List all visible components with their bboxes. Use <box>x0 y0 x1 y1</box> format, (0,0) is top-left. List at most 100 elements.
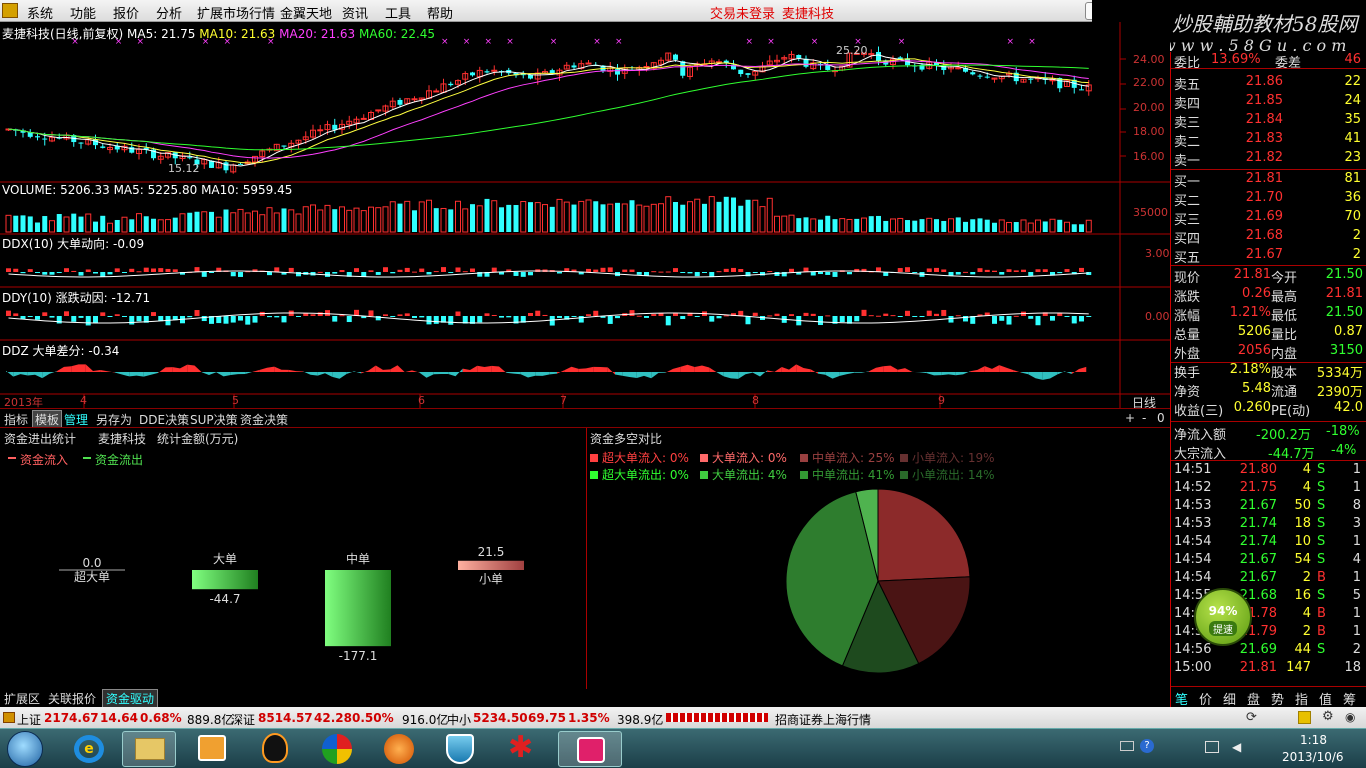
ddy-bar <box>752 312 758 316</box>
fund-bar-label: 小单 <box>479 572 503 586</box>
ddz-area <box>35 372 43 379</box>
app-star-icon[interactable]: ✱ <box>508 733 533 763</box>
tab-dde[interactable]: DDE决策 <box>139 411 189 428</box>
stock-app-icon[interactable] <box>558 731 622 767</box>
ddx-bar <box>557 272 562 274</box>
sz-index[interactable]: 8514.57 <box>258 711 313 725</box>
kline-low-label: 15.12 <box>168 162 200 175</box>
volume-bar <box>426 199 432 233</box>
tick-volume: 18 <box>1294 516 1311 531</box>
buy-volume: 36 <box>1344 190 1361 205</box>
menu-jinyi[interactable]: 金翼天地 <box>280 3 332 22</box>
volume-bar <box>984 219 990 232</box>
ddx-bar <box>709 272 715 277</box>
volume-ma10: MA10: 5959.45 <box>201 183 293 197</box>
ddy-bar <box>114 314 120 316</box>
tab-fund-decision[interactable]: 资金决策 <box>240 411 288 428</box>
tray-help-icon[interactable]: ? <box>1140 739 1154 753</box>
ddx-bar <box>419 268 425 272</box>
tick-volume: 2 <box>1302 624 1311 639</box>
menu-system[interactable]: 系统 <box>27 3 53 22</box>
ddy-bar <box>948 316 954 323</box>
candle-body <box>78 142 84 144</box>
block-flow-pct: -4% <box>1331 443 1357 458</box>
ddy-bar <box>49 316 55 318</box>
refresh-icon[interactable]: ⟳ <box>1246 710 1257 725</box>
app-icon[interactable] <box>2 3 18 18</box>
start-button-icon[interactable] <box>7 731 43 767</box>
ddx-bar <box>361 272 367 277</box>
login-status[interactable]: 交易未登录 <box>710 3 775 22</box>
pie-in-legend-item: 大单流入: 0% <box>700 449 787 466</box>
security-shield-icon[interactable] <box>446 734 474 764</box>
tick-count: 8 <box>1352 498 1361 513</box>
alert-icon[interactable] <box>1298 711 1311 724</box>
tray-volume-icon[interactable]: ◀ <box>1232 740 1241 754</box>
ddx-bar <box>85 269 91 272</box>
buy-price: 21.69 <box>1245 209 1283 224</box>
ddx-bar <box>143 267 149 272</box>
tray-keyboard-icon[interactable] <box>1120 741 1134 751</box>
tab-sup[interactable]: SUP决策 <box>190 411 238 428</box>
ddz-area <box>970 369 978 372</box>
ddy-bar <box>810 313 816 316</box>
menu-tools[interactable]: 工具 <box>385 3 411 22</box>
app-green-icon[interactable] <box>322 734 352 764</box>
status-icon[interactable] <box>3 712 15 723</box>
media-player-icon[interactable] <box>198 735 226 761</box>
ddy-bar <box>230 316 236 323</box>
volume-bar <box>1049 218 1056 233</box>
sell-level-label: 卖三 <box>1174 116 1201 131</box>
tick-volume: 16 <box>1294 588 1311 603</box>
tab-ext-area[interactable]: 扩展区 <box>4 690 40 707</box>
volume-bar <box>49 220 55 233</box>
menu-function[interactable]: 功能 <box>70 3 96 22</box>
candle-body <box>433 90 440 93</box>
clock-date[interactable]: 2013/10/6 <box>1282 750 1344 764</box>
speed-widget[interactable]: 94% 提速 <box>1194 588 1252 646</box>
fund-bar-2 <box>325 570 391 647</box>
ddx-bar <box>970 272 976 275</box>
menu-news[interactable]: 资讯 <box>342 3 368 22</box>
ddy-bar <box>912 316 918 317</box>
explorer-icon[interactable] <box>122 731 176 767</box>
quote-label: 总量 <box>1174 328 1201 343</box>
menu-analysis[interactable]: 分析 <box>156 3 182 22</box>
menu-ext-market[interactable]: 扩展市场行情 <box>197 3 275 22</box>
ddy-title: DDY(10) <box>2 291 52 305</box>
tray-network-icon[interactable] <box>1205 741 1219 753</box>
tab-manage[interactable]: 管理 <box>64 411 88 428</box>
info-icon[interactable]: ◉ <box>1345 710 1355 724</box>
settings-icon[interactable]: ⚙ <box>1322 709 1334 724</box>
ddx-bar <box>412 271 417 273</box>
zx-index[interactable]: 5234.50 <box>473 711 528 725</box>
ddz-area <box>448 372 456 377</box>
menu-help[interactable]: 帮助 <box>427 3 453 22</box>
tab-indicator[interactable]: 指标 <box>4 411 28 428</box>
menu-quote[interactable]: 报价 <box>113 3 139 22</box>
ddx-bar <box>426 272 432 275</box>
sh-index[interactable]: 2174.67 <box>44 711 99 725</box>
chart-canvas[interactable]: × × × × × × × × × × × × × × × × × × × × <box>0 22 1170 408</box>
app-orange-icon[interactable] <box>384 734 414 764</box>
volume-bar <box>549 206 555 232</box>
volume-bar <box>970 219 976 232</box>
clock-time[interactable]: 1:18 <box>1300 733 1327 747</box>
zoom-in-button[interactable]: + <box>1125 411 1135 425</box>
volume-bar <box>912 220 918 232</box>
tab-related-quote[interactable]: 关联报价 <box>48 690 96 707</box>
volume-bar <box>1027 222 1034 233</box>
tab-saveas[interactable]: 另存为 <box>96 411 132 428</box>
tab-fund-drive[interactable]: 资金驱动 <box>102 689 159 708</box>
ddx-bar <box>731 267 736 272</box>
ddz-area <box>607 367 615 375</box>
ddz-area <box>673 366 681 372</box>
ddz-area <box>615 372 623 376</box>
ie-icon[interactable]: e <box>74 735 104 763</box>
qq-icon[interactable] <box>262 733 288 763</box>
zoom-out-button[interactable]: - <box>1142 411 1146 425</box>
ddy-bar <box>593 310 599 316</box>
ddx-bar <box>528 272 533 276</box>
tick-volume: 10 <box>1294 534 1311 549</box>
reset-button[interactable]: 0 <box>1157 411 1165 425</box>
